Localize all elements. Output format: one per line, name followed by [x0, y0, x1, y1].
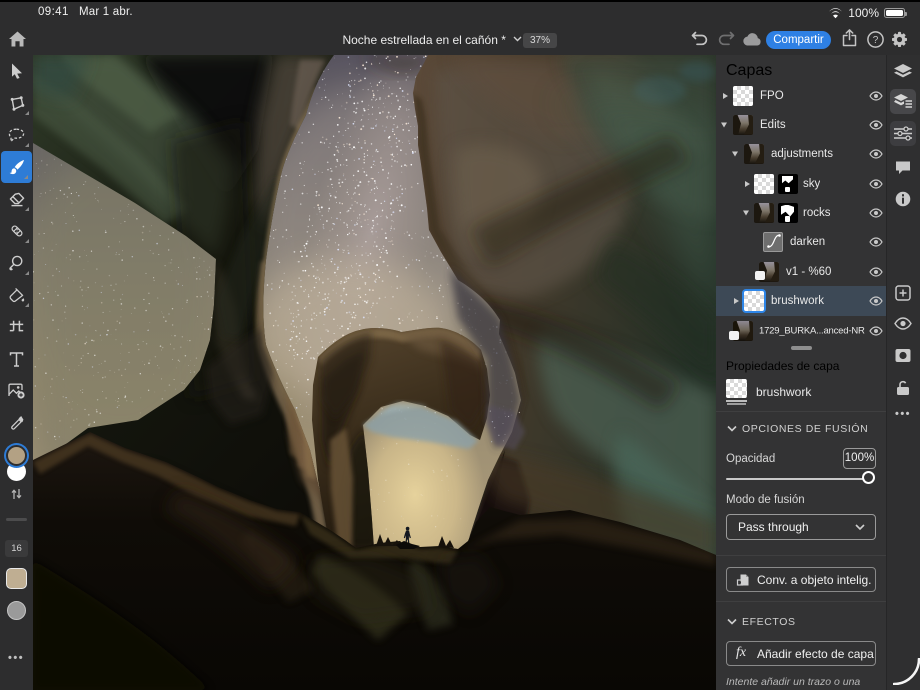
- svg-text:?: ?: [873, 35, 879, 46]
